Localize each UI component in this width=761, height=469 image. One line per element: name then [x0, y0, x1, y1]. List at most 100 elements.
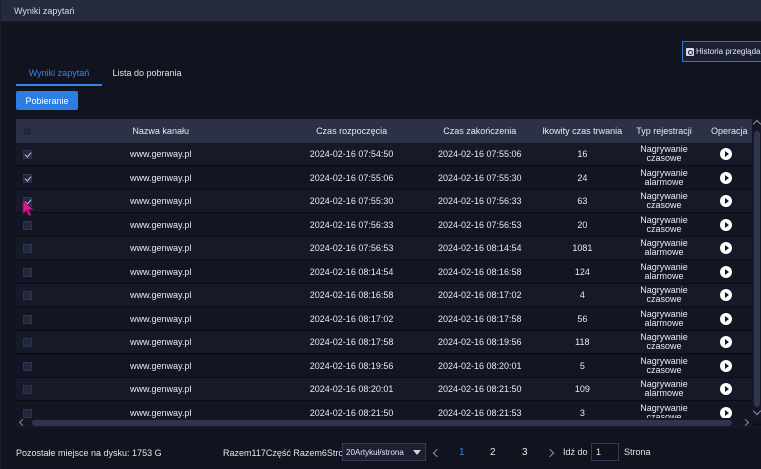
tab-download-list[interactable]: Lista do pobrania: [102, 64, 192, 86]
cell-duration: 118: [575, 337, 590, 347]
scroll-up-icon[interactable]: [752, 119, 761, 129]
table-header: Nazwa kanału Czas rozpoczęcia Czas zakoń…: [16, 119, 761, 143]
row-select-cell: [16, 384, 39, 395]
cell-end: 2024-02-16 08:17:58: [437, 313, 522, 324]
scroll-down-icon[interactable]: [752, 406, 761, 416]
row-checkbox[interactable]: [23, 314, 32, 324]
table-row[interactable]: www.genway.pl 2024-02-16 07:56:33 2024-02-…: [16, 213, 761, 237]
table-row[interactable]: www.genway.pl 2024-02-16 07:56:53 2024-02-…: [16, 237, 761, 260]
row-checkbox[interactable]: [23, 150, 32, 160]
row-checkbox[interactable]: [23, 244, 32, 254]
header-type[interactable]: Typ rejestracji: [626, 127, 702, 136]
header-duration[interactable]: łkowity czas trwania: [539, 126, 626, 136]
row-select-cell: [16, 290, 39, 301]
page-3[interactable]: 3: [522, 447, 528, 458]
play-icon[interactable]: [720, 359, 732, 372]
row-select-cell: [16, 172, 39, 183]
play-icon[interactable]: [720, 336, 732, 348]
header-start[interactable]: Czas rozpoczęcia: [282, 126, 421, 136]
query-results-window: Wyniki zapytań Historia przeglądania Wyn…: [0, 0, 761, 469]
row-checkbox[interactable]: [23, 267, 32, 277]
page-2[interactable]: 2: [490, 447, 496, 458]
row-checkbox[interactable]: [23, 220, 32, 230]
cell-end: 2024-02-16 08:14:54: [437, 243, 522, 253]
play-icon[interactable]: [720, 265, 732, 278]
cell-start: 2024-02-16 08:16:58: [309, 290, 394, 300]
select-all-checkbox[interactable]: [23, 127, 32, 137]
disk-space-text: Pozostałe miejsce na dysku: 1753 G: [16, 448, 162, 458]
row-checkbox[interactable]: [23, 361, 32, 371]
cell-channel: www.genway.pl: [130, 243, 192, 253]
table-row[interactable]: www.genway.pl 2024-02-16 07:55:06 2024-02-…: [16, 166, 761, 190]
play-icon[interactable]: [720, 406, 732, 419]
cell-channel: www.genway.pl: [130, 407, 192, 418]
play-icon[interactable]: [720, 148, 732, 160]
table-row[interactable]: www.genway.pl 2024-02-16 08:19:56 2024-02-…: [16, 354, 761, 378]
row-select-cell: [16, 149, 39, 160]
goto-label: Idź do: [563, 447, 588, 457]
play-icon[interactable]: [720, 218, 732, 231]
next-page-icon[interactable]: [546, 447, 556, 459]
header-channel[interactable]: Nazwa kanału: [39, 126, 282, 136]
cell-type: Nagrywanie alarmowe: [640, 380, 688, 398]
cell-type: Nagrywanie alarmowe: [640, 168, 688, 187]
row-checkbox[interactable]: [23, 338, 32, 348]
cell-type: Nagrywanie czasowe: [640, 145, 688, 163]
table-row[interactable]: www.genway.pl 2024-02-16 08:16:58 2024-02-…: [16, 284, 761, 307]
page-1[interactable]: 1: [459, 447, 465, 458]
history-button[interactable]: Historia przeglądania: [682, 41, 761, 62]
table-row[interactable]: www.genway.pl 2024-02-16 08:20:01 2024-02-…: [16, 378, 761, 401]
row-checkbox[interactable]: [23, 385, 32, 395]
table-row[interactable]: www.genway.pl 2024-02-16 08:17:02 2024-02-…: [16, 307, 761, 331]
table-row[interactable]: www.genway.pl 2024-02-16 07:54:50 2024-02-…: [16, 143, 761, 166]
scroll-right-icon[interactable]: [741, 418, 750, 427]
scroll-left-icon[interactable]: [18, 418, 27, 427]
cell-type: Nagrywanie alarmowe: [640, 309, 688, 328]
play-icon[interactable]: [720, 171, 732, 184]
row-select-cell: [16, 266, 39, 277]
play-icon[interactable]: [720, 383, 732, 395]
play-icon[interactable]: [720, 312, 732, 325]
cell-end: 2024-02-16 07:55:06: [437, 149, 522, 159]
totals-text: Razem117Część Razem6Strona: [223, 448, 354, 458]
cell-end: 2024-02-16 07:55:30: [437, 172, 522, 183]
window-title: Wyniki zapytań: [14, 6, 75, 16]
vertical-scroll-thumb[interactable]: [754, 131, 760, 407]
cell-start: 2024-02-16 07:56:53: [309, 243, 394, 253]
download-button[interactable]: Pobieranie: [16, 91, 78, 110]
per-page-value: 20Artykuł/strona: [346, 447, 404, 457]
row-select-cell: [16, 360, 39, 371]
table-row[interactable]: www.genway.pl 2024-02-16 07:55:30 2024-02-…: [16, 190, 761, 213]
table-row[interactable]: www.genway.pl 2024-02-16 08:17:58 2024-02-…: [16, 331, 761, 354]
horizontal-scroll-thumb[interactable]: [32, 420, 732, 426]
cell-start: 2024-02-16 08:20:01: [309, 384, 394, 394]
cell-type: Nagrywanie czasowe: [640, 286, 688, 304]
play-icon[interactable]: [720, 242, 732, 254]
horizontal-scrollbar[interactable]: [16, 418, 752, 428]
cell-duration: 63: [577, 196, 588, 206]
cell-type: Nagrywanie czasowe: [640, 215, 688, 234]
mouse-cursor-icon: [22, 200, 35, 217]
cell-duration: 16: [577, 149, 588, 159]
cell-start: 2024-02-16 07:56:33: [309, 219, 394, 230]
play-icon[interactable]: [720, 289, 732, 301]
prev-page-icon[interactable]: [431, 447, 441, 459]
cell-channel: www.genway.pl: [130, 360, 192, 371]
row-select-cell: [16, 407, 39, 418]
results-table: Nazwa kanału Czas rozpoczęcia Czas zakoń…: [16, 119, 761, 427]
header-end[interactable]: Czas zakończenia: [421, 126, 539, 136]
goto-page-input[interactable]: [591, 443, 619, 461]
title-bar: Wyniki zapytań: [1, 0, 761, 22]
row-checkbox[interactable]: [23, 173, 32, 183]
tab-query-results[interactable]: Wyniki zapytań: [16, 64, 102, 86]
cell-type: Nagrywanie czasowe: [640, 192, 688, 210]
play-icon[interactable]: [720, 195, 732, 207]
table-row[interactable]: www.genway.pl 2024-02-16 08:14:54 2024-02-…: [16, 260, 761, 284]
cell-duration: 124: [574, 266, 590, 277]
per-page-select[interactable]: 20Artykuł/strona: [342, 443, 426, 461]
vertical-scrollbar[interactable]: [752, 119, 761, 419]
cell-end: 2024-02-16 07:56:33: [437, 196, 522, 206]
history-icon: [686, 47, 694, 56]
row-checkbox[interactable]: [23, 291, 32, 301]
row-checkbox[interactable]: [23, 408, 32, 418]
